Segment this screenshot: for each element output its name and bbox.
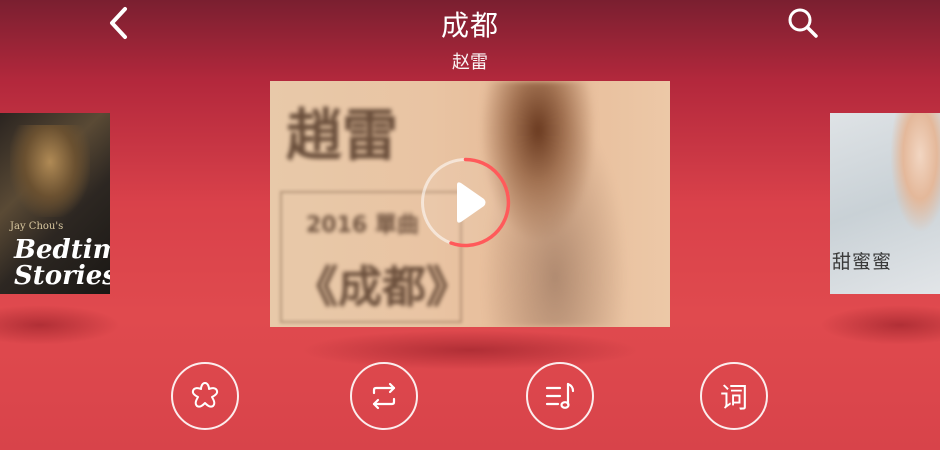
- cover-artwork: [10, 125, 90, 217]
- cover-artist-text: 趙雷: [286, 103, 398, 169]
- cover-shadow: [300, 330, 640, 370]
- play-button[interactable]: [418, 155, 513, 250]
- previous-album-cover[interactable]: Jay Chou's Bedtime Stories: [0, 113, 110, 294]
- artist-name: 赵雷: [452, 52, 488, 73]
- favorite-button[interactable]: [171, 362, 239, 430]
- top-bar: 成都 赵雷: [0, 0, 940, 80]
- repeat-icon: [372, 382, 396, 410]
- repeat-mode-button[interactable]: [350, 362, 418, 430]
- search-button[interactable]: [784, 4, 822, 42]
- flower-icon: [191, 382, 219, 408]
- cover-title-text: 甜蜜蜜: [832, 251, 893, 273]
- cover-brand-text: Jay Chou's: [10, 221, 64, 232]
- cover-artwork: [890, 113, 940, 233]
- cover-shadow: [820, 305, 940, 345]
- play-icon: [421, 157, 511, 248]
- lyrics-button[interactable]: 词: [700, 362, 768, 430]
- next-album-cover[interactable]: 甜蜜蜜: [830, 113, 940, 294]
- lyrics-label: 词: [719, 381, 748, 414]
- cover-year-text: 2016 單曲: [306, 213, 419, 238]
- playlist-button[interactable]: [526, 362, 594, 430]
- playlist-icon: [545, 382, 575, 409]
- cover-song-text: 《成都》: [294, 262, 470, 313]
- cover-title-text: Bedtime Stories: [14, 235, 110, 291]
- search-icon: [788, 8, 818, 38]
- cover-shadow: [0, 305, 120, 345]
